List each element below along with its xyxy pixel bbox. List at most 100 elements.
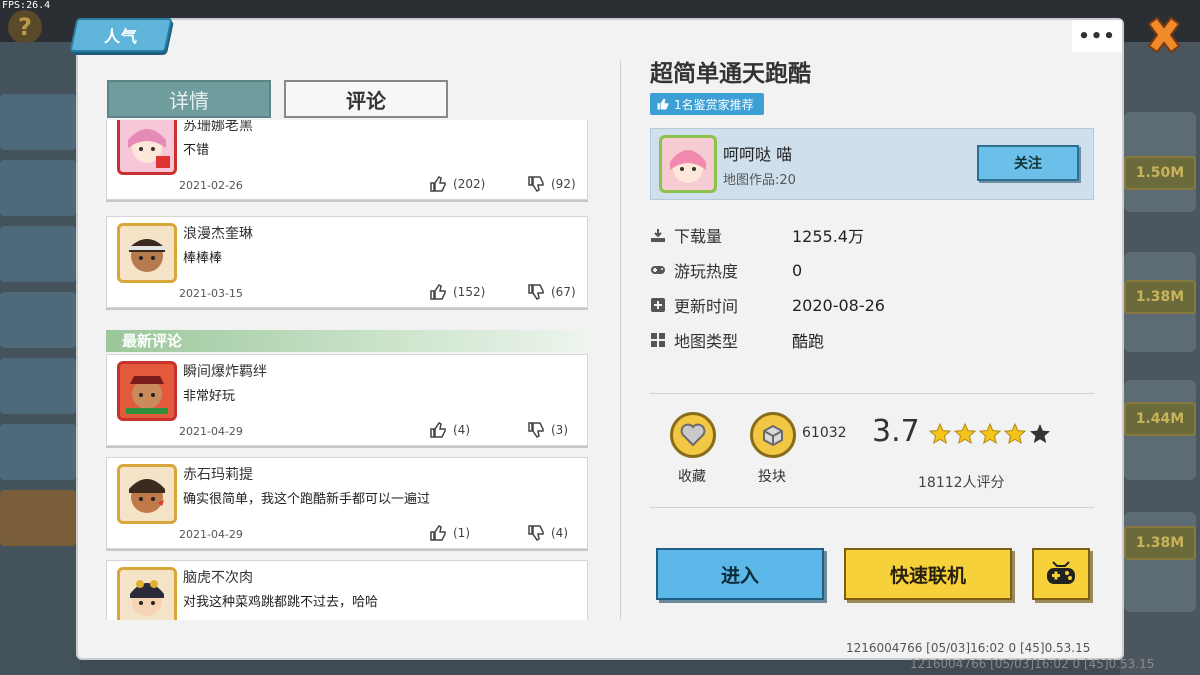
rating-stars — [928, 422, 1053, 446]
info-label: 游玩热度 — [674, 262, 739, 281]
info-value: 2020-08-26 — [792, 295, 885, 315]
dislike-count: (92) — [551, 177, 576, 191]
comment-date: 2021-04-29 — [179, 425, 243, 438]
author-avatar[interactable] — [659, 135, 717, 193]
background-help-icon: ? — [8, 10, 42, 44]
latest-comments-header: 最新评论 — [106, 330, 591, 352]
author-name: 呵呵哒 喵 — [723, 145, 793, 164]
like-button[interactable]: (1) — [429, 524, 470, 542]
heart-icon — [680, 423, 706, 447]
info-value: 酷跑 — [792, 332, 825, 351]
comment-card: 脑虎不次肉 对我这种菜鸡跳都跳不过去，哈哈 — [106, 560, 588, 620]
comment-date: 2021-02-26 — [179, 179, 243, 192]
recommend-text: 1名鉴赏家推荐 — [674, 97, 754, 112]
star-icon — [978, 422, 1002, 445]
thumbs-up-icon — [430, 422, 446, 438]
comment-text: 不错 — [183, 143, 210, 158]
avatar — [117, 223, 177, 283]
background-tile — [0, 160, 76, 216]
comment-list[interactable]: 苏珊娜老黑 不错 2021-02-26 (202) (92) 浪漫杰奎琳 棒棒棒… — [106, 120, 591, 620]
comment-card: 苏珊娜老黑 不错 2021-02-26 (202) (92) — [106, 120, 588, 200]
like-count: (4) — [453, 423, 470, 437]
background-size-tag: 1.38M — [1124, 280, 1196, 314]
gamepad-button[interactable] — [1032, 548, 1090, 600]
comment-text: 对我这种菜鸡跳都跳不过去，哈哈 — [183, 595, 379, 610]
comment-text: 确实很简单，我这个跑酷新手都可以一遍过 — [183, 492, 431, 507]
like-button[interactable]: (152) — [429, 283, 485, 301]
thumbs-up-icon — [430, 525, 446, 541]
thumbs-down-icon — [528, 422, 544, 438]
comment-author: 苏珊娜老黑 — [183, 120, 253, 134]
author-card[interactable]: 呵呵哒 喵 地图作品:20 关注 — [650, 128, 1094, 200]
dislike-button[interactable]: (4) — [527, 524, 568, 542]
dislike-button[interactable]: (92) — [527, 175, 576, 193]
recommend-badge: 1名鉴赏家推荐 — [650, 93, 764, 115]
thumbs-up-icon — [657, 98, 669, 110]
background-tile — [0, 94, 76, 150]
background-size-tag: 1.44M — [1124, 402, 1196, 436]
info-value: 0 — [792, 260, 803, 280]
comment-card: 浪漫杰奎琳 棒棒棒 2021-03-15 (152) (67) — [106, 216, 588, 308]
close-icon — [1147, 16, 1181, 54]
vote-block-button[interactable] — [750, 412, 796, 458]
dislike-button[interactable]: (3) — [527, 421, 568, 439]
author-works: 地图作品:20 — [723, 173, 796, 188]
thumbs-down-icon — [528, 525, 544, 541]
thumbs-up-icon — [430, 284, 446, 300]
tab-detail[interactable]: 详情 — [107, 80, 271, 118]
map-title: 超简单通天跑酷 — [650, 61, 811, 87]
background-left-panel — [0, 42, 80, 675]
background-size-tag: 1.50M — [1124, 156, 1196, 190]
background-tile — [0, 424, 76, 480]
info-row-downloads: 下载量 1255.4万 — [650, 223, 864, 247]
comment-text: 棒棒棒 — [183, 251, 223, 266]
comment-author: 瞬间爆炸羁绊 — [183, 364, 267, 380]
background-search-tile — [0, 490, 76, 546]
background-right-panel: 1.50M 1.38M 1.44M 1.38M — [1120, 42, 1200, 675]
gamepad-icon — [650, 262, 666, 278]
like-count: (152) — [453, 285, 486, 299]
plus-square-icon — [650, 297, 666, 313]
comment-card: 赤石玛莉提 确实很简单，我这个跑酷新手都可以一遍过 2021-04-29 (1)… — [106, 457, 588, 549]
more-options-button[interactable]: ••• — [1072, 20, 1122, 52]
follow-button[interactable]: 关注 — [977, 145, 1079, 181]
dislike-button[interactable]: (67) — [527, 283, 576, 301]
comment-author: 浪漫杰奎琳 — [183, 226, 253, 242]
avatar — [117, 567, 177, 620]
like-count: (1) — [453, 526, 470, 540]
info-label: 地图类型 — [674, 332, 739, 351]
favorite-button[interactable] — [670, 412, 716, 458]
comment-card: 瞬间爆炸羁绊 非常好玩 2021-04-29 (4) (3) — [106, 354, 588, 446]
like-button[interactable]: (202) — [429, 175, 485, 193]
grid-icon — [650, 332, 666, 348]
pane-divider — [620, 60, 621, 620]
avatar — [117, 464, 177, 524]
enter-button[interactable]: 进入 — [656, 548, 824, 600]
background-build-info: 1216004766 [05/03]16:02 0 [45]0.53.15 — [910, 657, 1155, 671]
dislike-count: (4) — [551, 526, 568, 540]
info-value: 1255.4万 — [792, 227, 864, 246]
comment-text: 非常好玩 — [183, 389, 236, 404]
tab-comment[interactable]: 评论 — [284, 80, 448, 118]
rating-score: 3.7 — [872, 414, 920, 449]
quick-multiplayer-button[interactable]: 快速联机 — [844, 548, 1012, 600]
dislike-count: (3) — [551, 423, 568, 437]
comment-date: 2021-04-29 — [179, 528, 243, 541]
avatar — [117, 120, 177, 175]
build-info: 1216004766 [05/03]16:02 0 [45]0.53.15 — [846, 641, 1091, 655]
avatar — [117, 361, 177, 421]
info-row-type: 地图类型 酷跑 — [650, 328, 824, 352]
favorite-label: 收藏 — [678, 469, 706, 485]
rating-count: 18112人评分 — [918, 475, 1005, 491]
like-count: (202) — [453, 177, 486, 191]
comment-author: 赤石玛莉提 — [183, 467, 253, 483]
thumbs-down-icon — [528, 284, 544, 300]
star-icon — [1030, 424, 1050, 443]
gamepad-icon — [1047, 561, 1075, 584]
block-count: 61032 — [802, 425, 847, 441]
close-button[interactable] — [1137, 8, 1191, 62]
like-button[interactable]: (4) — [429, 421, 470, 439]
background-tile — [0, 226, 76, 282]
section-divider — [650, 393, 1094, 394]
vote-block-label: 投块 — [758, 469, 786, 485]
